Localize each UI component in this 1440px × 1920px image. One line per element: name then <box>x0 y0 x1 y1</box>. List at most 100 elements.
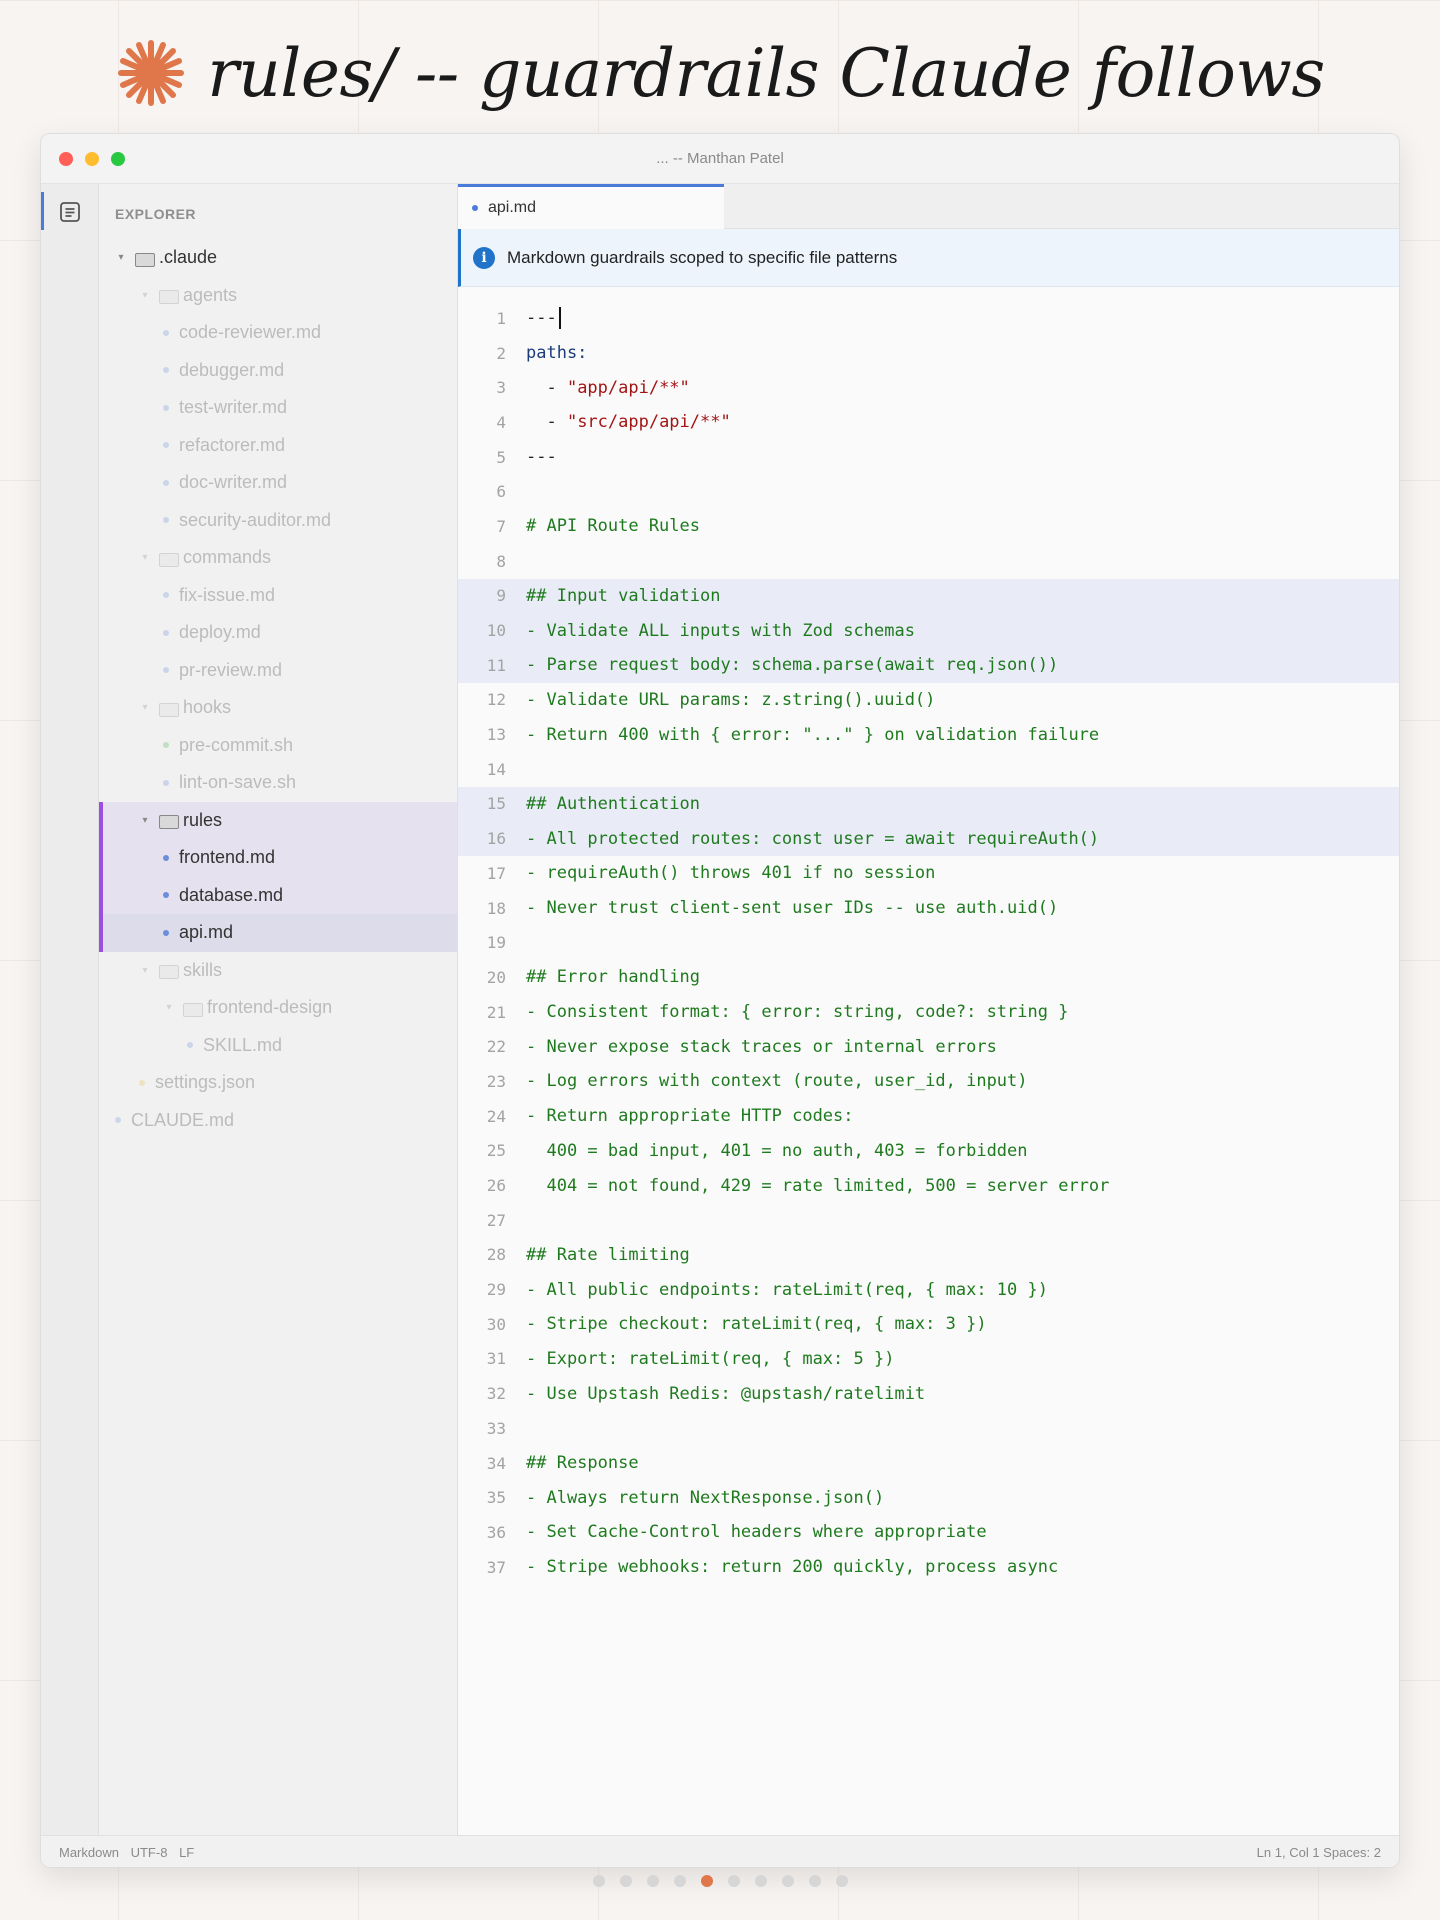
line-number: 15 <box>486 794 506 814</box>
pager-dot[interactable] <box>619 1875 632 1887</box>
tree-file[interactable]: settings.json <box>99 1064 457 1102</box>
line-number: 34 <box>486 1453 506 1473</box>
code-line[interactable]: 20 ## Error handling <box>458 960 1399 995</box>
tree-file[interactable]: frontend.md <box>99 839 457 877</box>
code-line[interactable]: 1 --- <box>458 301 1399 336</box>
tree-file[interactable]: security-auditor.md <box>99 502 457 540</box>
tree-folder[interactable]: ▾ agents <box>99 277 457 315</box>
pager-dot[interactable] <box>781 1875 794 1887</box>
code-line[interactable]: 14 <box>458 752 1399 787</box>
code-line[interactable]: 32 - Use Upstash Redis: @upstash/ratelimi… <box>458 1376 1399 1411</box>
chevron-down-icon[interactable]: ▾ <box>139 815 151 826</box>
asterisk-burst-icon <box>118 40 185 106</box>
tree-folder[interactable]: ▾ .claude <box>99 239 457 277</box>
chevron-down-icon[interactable]: ▾ <box>139 290 151 301</box>
code-line[interactable]: 11 - Parse request body: schema.parse(awa… <box>458 647 1399 683</box>
info-icon: i <box>473 246 495 269</box>
tree-file[interactable]: pr-review.md <box>99 652 457 690</box>
line-number: 31 <box>486 1349 506 1369</box>
tree-file[interactable]: api.md <box>99 914 457 952</box>
info-banner: i Markdown guardrails scoped to specific… <box>458 229 1399 287</box>
tree-file[interactable]: database.md <box>99 876 457 914</box>
pager-dot[interactable] <box>835 1875 848 1887</box>
tree-file[interactable]: refactorer.md <box>99 427 457 465</box>
code-line[interactable]: 12 - Validate URL params: z.string().uuid… <box>458 683 1399 718</box>
chevron-down-icon[interactable]: ▾ <box>139 552 151 563</box>
pager-dot[interactable] <box>592 1875 605 1887</box>
tree-folder[interactable]: ▾ commands <box>99 539 457 577</box>
code-line[interactable]: 18 - Never trust client-sent user IDs -- … <box>458 891 1399 926</box>
code-line[interactable]: 26 404 = not found, 429 = rate limited, … <box>458 1168 1399 1203</box>
code-line[interactable]: 23 - Log errors with context (route, user… <box>458 1064 1399 1099</box>
code-line[interactable]: 19 <box>458 925 1399 960</box>
pager-dot[interactable] <box>673 1875 686 1887</box>
pager-dot[interactable] <box>727 1875 740 1887</box>
code-content[interactable]: 1 --- 2 paths: 3 - "app/api/**" 4 - "src/app/… <box>458 301 1399 1584</box>
explorer-files-icon[interactable] <box>59 201 81 223</box>
pager-dot[interactable] <box>646 1875 659 1887</box>
code-line[interactable]: 34 ## Response <box>458 1446 1399 1481</box>
status-encoding[interactable]: UTF-8 <box>131 1845 168 1860</box>
status-language[interactable]: Markdown <box>59 1845 119 1860</box>
status-eol[interactable]: LF <box>179 1845 194 1860</box>
pager-dot[interactable] <box>754 1875 767 1887</box>
code-line[interactable]: 25 400 = bad input, 401 = no auth, 403 =… <box>458 1134 1399 1169</box>
code-line[interactable]: 3 - "app/api/**" <box>458 370 1399 405</box>
tree-folder[interactable]: ▾ rules <box>99 801 457 839</box>
code-line[interactable]: 4 - "src/app/api/**" <box>458 405 1399 440</box>
status-cursor-position[interactable]: Ln 1, Col 1 <box>1257 1845 1320 1860</box>
code-text: - Return appropriate HTTP codes: <box>526 1106 854 1127</box>
code-line[interactable]: 10 - Validate ALL inputs with Zod schemas <box>458 613 1399 648</box>
code-line[interactable]: 8 <box>458 544 1399 579</box>
tree-item-label: frontend-design <box>207 997 333 1018</box>
code-line[interactable]: 33 <box>458 1411 1399 1446</box>
code-line[interactable]: 24 - Return appropriate HTTP codes: <box>458 1099 1399 1134</box>
code-line[interactable]: 6 <box>458 474 1399 509</box>
code-line[interactable]: 7 # API Route Rules <box>458 509 1399 544</box>
tree-file[interactable]: CLAUDE.md <box>99 1102 457 1140</box>
code-line[interactable]: 31 - Export: rateLimit(req, { max: 5 }) <box>458 1342 1399 1377</box>
chevron-down-icon[interactable]: ▾ <box>139 965 151 976</box>
line-number: 30 <box>486 1314 506 1334</box>
tree-folder[interactable]: ▾ hooks <box>99 689 457 727</box>
line-number: 22 <box>486 1037 506 1057</box>
code-line[interactable]: 9 ## Input validation <box>458 578 1399 614</box>
code-line[interactable]: 27 <box>458 1203 1399 1238</box>
code-text: - "app/api/**" <box>526 377 690 398</box>
code-line[interactable]: 36 - Set Cache-Control headers where appr… <box>458 1515 1399 1550</box>
code-line[interactable]: 17 - requireAuth() throws 401 if no sessi… <box>458 856 1399 891</box>
tree-folder[interactable]: ▾ frontend-design <box>99 989 457 1027</box>
tree-file[interactable]: fix-issue.md <box>99 577 457 615</box>
tree-file[interactable]: doc-writer.md <box>99 464 457 502</box>
chevron-down-icon[interactable]: ▾ <box>163 1002 175 1013</box>
code-line[interactable]: 37 - Stripe webhooks: return 200 quickly,… <box>458 1550 1399 1585</box>
code-line[interactable]: 30 - Stripe checkout: rateLimit(req, { ma… <box>458 1307 1399 1342</box>
chevron-down-icon[interactable]: ▾ <box>115 252 127 263</box>
pager-dot[interactable] <box>808 1875 821 1887</box>
code-line[interactable]: 2 paths: <box>458 336 1399 371</box>
tree-file[interactable]: deploy.md <box>99 614 457 652</box>
code-line[interactable]: 22 - Never expose stack traces or interna… <box>458 1029 1399 1064</box>
chevron-down-icon[interactable]: ▾ <box>139 702 151 713</box>
code-line[interactable]: 16 - All protected routes: const user = a… <box>458 821 1399 856</box>
tree-item-label: lint-on-save.sh <box>179 772 297 793</box>
tree-file[interactable]: test-writer.md <box>99 389 457 427</box>
tree-file[interactable]: code-reviewer.md <box>99 314 457 352</box>
tree-folder[interactable]: ▾ skills <box>99 952 457 990</box>
tree-file[interactable]: debugger.md <box>99 352 457 390</box>
tree-file[interactable]: pre-commit.sh <box>99 727 457 765</box>
pager-dot[interactable] <box>700 1875 713 1887</box>
tree-file[interactable]: SKILL.md <box>99 1027 457 1065</box>
tab-api-md[interactable]: api.md <box>458 184 724 229</box>
code-line[interactable]: 5 --- <box>458 440 1399 475</box>
code-line[interactable]: 15 ## Authentication <box>458 786 1399 822</box>
code-line[interactable]: 29 - All public endpoints: rateLimit(req,… <box>458 1272 1399 1307</box>
code-line[interactable]: 13 - Return 400 with { error: "..." } on … <box>458 717 1399 752</box>
rules-group-indicator <box>99 914 103 952</box>
code-line[interactable]: 21 - Consistent format: { error: string, … <box>458 995 1399 1030</box>
code-line[interactable]: 28 ## Rate limiting <box>458 1238 1399 1273</box>
tree-item-label: test-writer.md <box>179 397 288 418</box>
tree-file[interactable]: lint-on-save.sh <box>99 764 457 802</box>
code-line[interactable]: 35 - Always return NextResponse.json() <box>458 1480 1399 1515</box>
status-indentation[interactable]: Spaces: 2 <box>1323 1845 1381 1860</box>
